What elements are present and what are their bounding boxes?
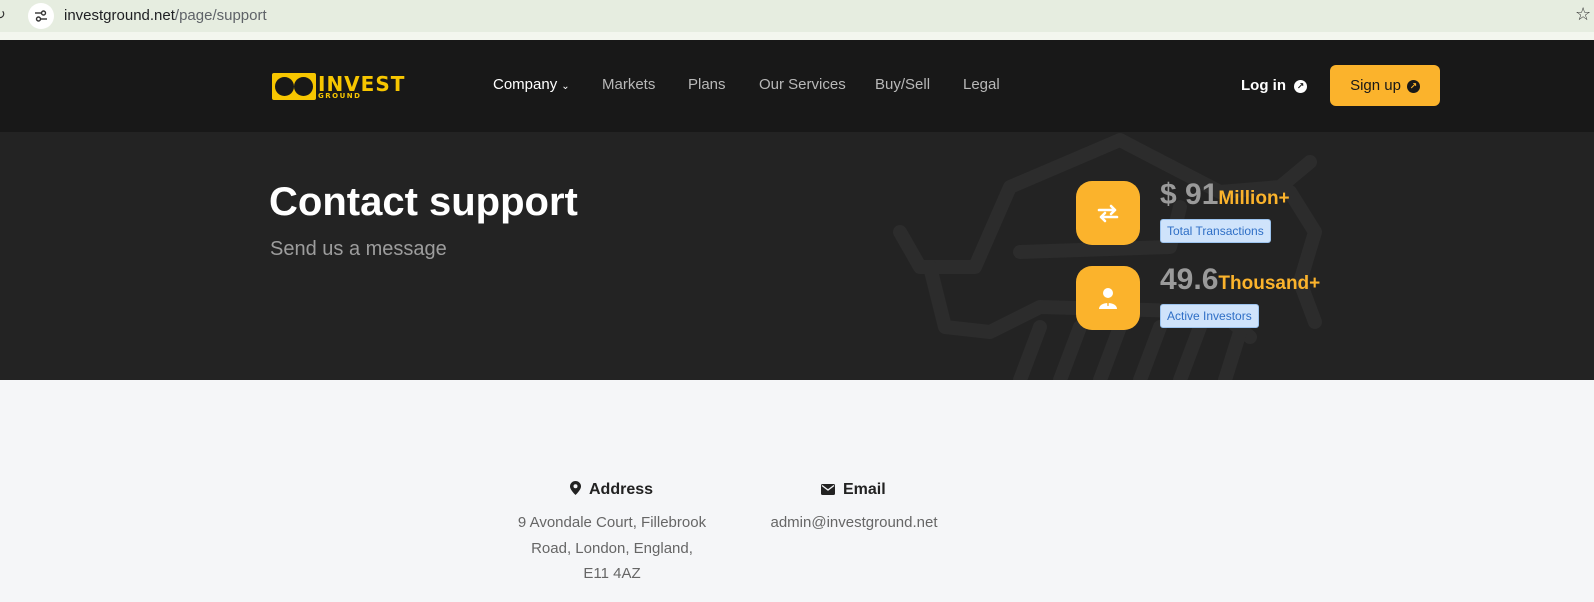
url-domain: investground.net bbox=[64, 7, 175, 24]
signup-button[interactable]: Sign up ↗ bbox=[1330, 65, 1440, 106]
stat-transactions-value: $ 91Million+ bbox=[1160, 178, 1290, 212]
address-line: 9 Avondale Court, Fillebrook bbox=[517, 514, 707, 531]
nav-item-our-services[interactable]: Our Services bbox=[759, 76, 846, 93]
site-settings-icon[interactable] bbox=[28, 3, 54, 29]
hero-section: Contact support Send us a message $ 91Mi… bbox=[0, 132, 1594, 380]
stat-investors-number: 49.6 bbox=[1160, 263, 1219, 296]
bookmark-star-icon[interactable]: ☆ bbox=[1575, 4, 1591, 25]
address-line: E11 4AZ bbox=[583, 565, 641, 582]
email-heading: Email bbox=[821, 481, 886, 499]
stat-investors-badge: Active Investors bbox=[1160, 304, 1259, 328]
reload-icon[interactable]: ↻ bbox=[0, 6, 6, 23]
nav-item-markets[interactable]: Markets bbox=[602, 76, 655, 93]
nav-item-buy-sell[interactable]: Buy/Sell bbox=[875, 76, 930, 93]
logo-mark bbox=[272, 73, 316, 100]
stat-investors-unit: Thousand+ bbox=[1218, 273, 1321, 294]
bull-background-icon bbox=[893, 133, 1322, 380]
nav-item-label: Company bbox=[493, 76, 558, 93]
investor-user-icon bbox=[1076, 266, 1140, 330]
browser-divider bbox=[0, 32, 1594, 40]
invest-ground-logo[interactable]: INVEST GROUND bbox=[272, 72, 412, 101]
signup-label: Sign up bbox=[1350, 77, 1401, 94]
stat-transactions-unit: Million+ bbox=[1218, 188, 1290, 209]
browser-address-bar: ↻ investground.net/page/support ☆ bbox=[0, 0, 1594, 33]
site-header: INVEST GROUND Company ⌄ Markets Plans Our… bbox=[0, 40, 1594, 132]
exchange-arrows-icon bbox=[1076, 181, 1140, 245]
chevron-down-icon: ⌄ bbox=[561, 81, 570, 92]
stat-transactions-badge: Total Transactions bbox=[1160, 219, 1271, 243]
url-field[interactable]: investground.net/page/support bbox=[64, 7, 267, 24]
page-title: Contact support bbox=[269, 180, 578, 224]
email-label: Email bbox=[843, 481, 886, 498]
address-line: Road, London, England, bbox=[531, 539, 693, 557]
address-text: 9 Avondale Court, Fillebrook Road, Londo… bbox=[505, 510, 719, 587]
stat-investors-value: 49.6Thousand+ bbox=[1160, 263, 1320, 297]
envelope-icon bbox=[821, 484, 835, 495]
nav-item-plans[interactable]: Plans bbox=[688, 76, 726, 93]
address-label: Address bbox=[589, 481, 654, 498]
address-heading: Address bbox=[570, 481, 653, 499]
login-link[interactable]: Log in ↗ bbox=[1241, 77, 1307, 94]
page-subtitle: Send us a message bbox=[270, 238, 447, 260]
email-link[interactable]: admin@investground.net bbox=[750, 510, 958, 536]
login-label: Log in bbox=[1241, 77, 1286, 94]
logo-sub: GROUND bbox=[318, 92, 362, 100]
nav-item-company[interactable]: Company ⌄ bbox=[493, 76, 570, 93]
url-path: /page/support bbox=[174, 7, 267, 24]
map-pin-icon bbox=[570, 481, 581, 495]
stat-transactions-number: $ 91 bbox=[1160, 178, 1219, 211]
arrow-up-right-icon: ↗ bbox=[1406, 80, 1420, 93]
nav-item-legal[interactable]: Legal bbox=[963, 76, 1000, 93]
arrow-up-right-icon: ↗ bbox=[1294, 80, 1307, 93]
